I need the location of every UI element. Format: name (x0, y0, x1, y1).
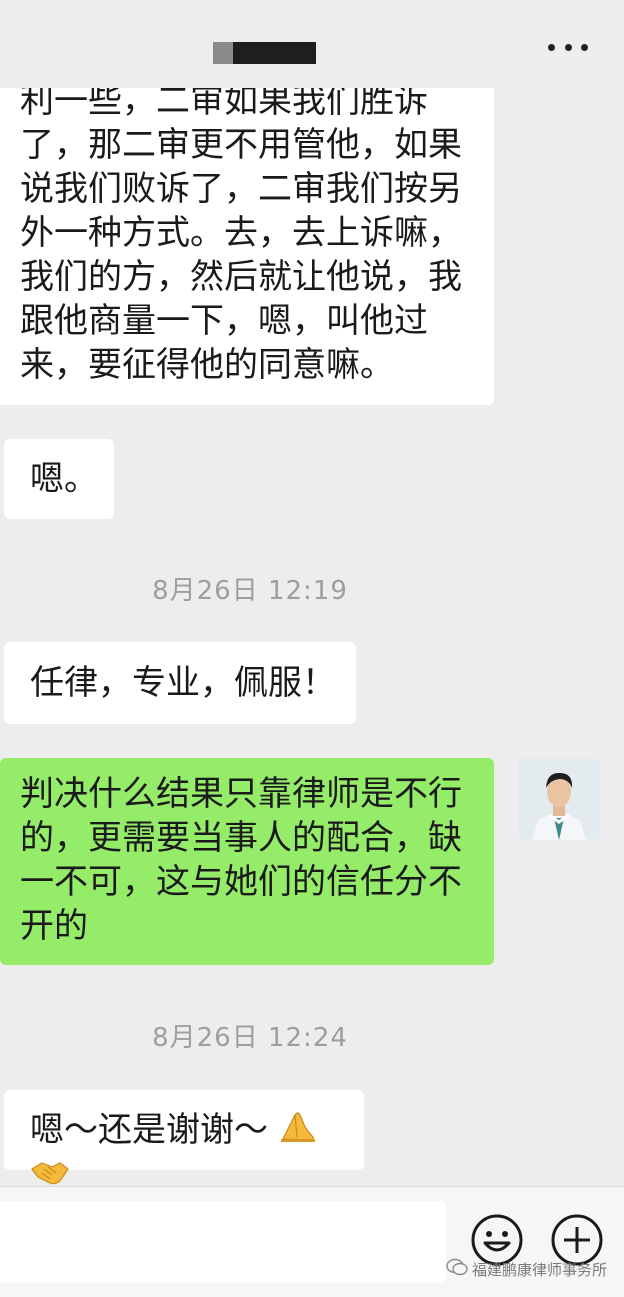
message-composer (0, 1186, 624, 1297)
outgoing-message-bubble[interactable]: 判决什么结果只靠律师是不行 的，更需要当事人的配合，缺 一不可，这与她们的信任分… (0, 758, 494, 965)
folded-hands-icon (279, 1109, 317, 1154)
message-line: 利一些，二审如果我们胜诉 (20, 88, 428, 121)
message-line: 外一种方式。去，去上诉嘛， (20, 213, 462, 253)
message-line: 任律，专业，佩服！ (30, 663, 336, 703)
incoming-message-bubble[interactable]: 嗯。 (4, 439, 114, 519)
message-line: 判决什么结果只靠律师是不行 (20, 774, 462, 814)
message-line: 嗯。 (30, 459, 98, 499)
avatar[interactable] (518, 758, 600, 840)
message-line: 跟他商量一下，嗯，叫他过 (20, 301, 428, 341)
message-line: 说我们败诉了，二审我们按另 (20, 169, 462, 209)
message-timestamp: 8月26日 12:24 (152, 1023, 348, 1053)
message-input[interactable] (0, 1201, 446, 1283)
message-line: 了，那二审更不用管他，如果 (20, 125, 462, 165)
watermark: 福建鹏康律师事务所 (446, 1258, 607, 1280)
message-line: 一不可，这与她们的信任分不 (20, 862, 462, 902)
incoming-message-bubble[interactable]: 嗯～还是谢谢～ (4, 1090, 364, 1185)
watermark-text: 福建鹏康律师事务所 (472, 1260, 608, 1279)
redacted-contact-name (213, 42, 316, 64)
message-line: 开的 (20, 906, 88, 946)
incoming-message-bubble[interactable]: 利一些，二审如果我们胜诉 了，那二审更不用管他，如果 说我们败诉了，二审我们按另… (0, 88, 494, 405)
message-line: 我们的方，然后就让他说，我 (20, 257, 462, 297)
message-timestamp: 8月26日 12:19 (152, 576, 348, 606)
more-dots-icon[interactable] (548, 40, 588, 54)
message-line: 的，更需要当事人的配合，缺 (20, 818, 462, 858)
incoming-message-bubble[interactable]: 任律，专业，佩服！ (4, 642, 356, 724)
chat-header (0, 0, 624, 88)
avatar-portrait (518, 758, 600, 840)
message-line: 嗯～还是谢谢～ (30, 1110, 268, 1150)
message-line: 来，要征得他的同意嘛。 (20, 345, 394, 385)
wechat-official-account-icon (446, 1258, 468, 1280)
